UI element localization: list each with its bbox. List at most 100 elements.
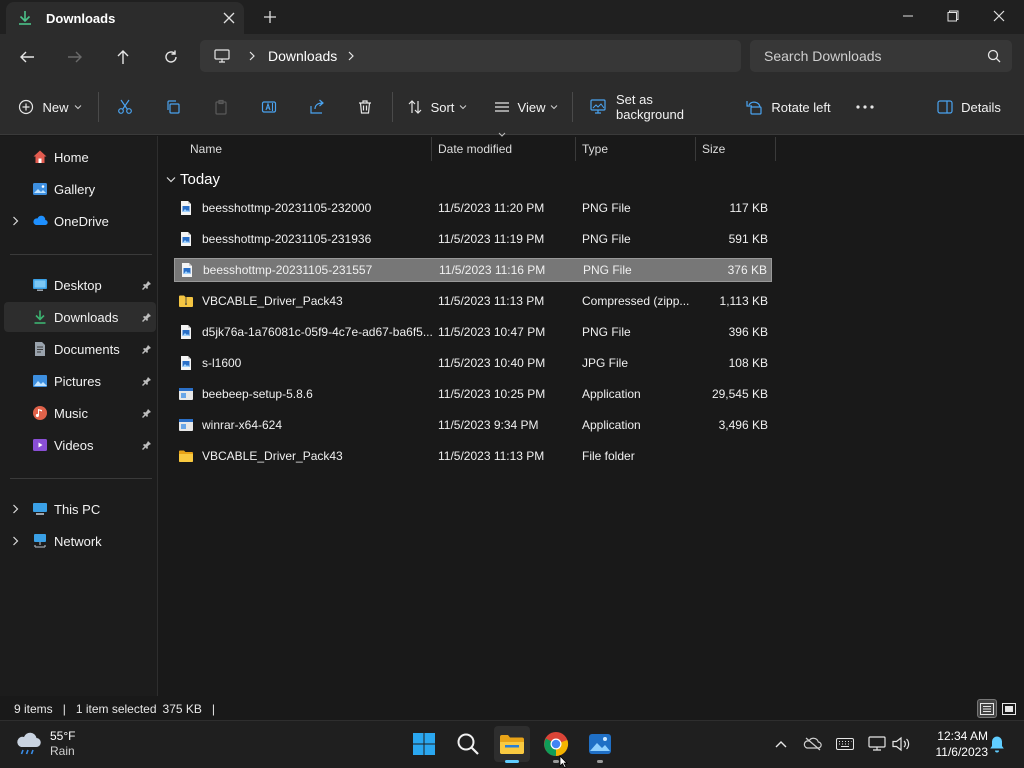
view-button[interactable]: View — [492, 92, 560, 122]
back-button[interactable] — [11, 42, 43, 72]
close-tab-icon[interactable] — [214, 4, 244, 32]
network-status-icon[interactable] — [865, 732, 889, 756]
sidebar-item-home[interactable]: Home — [4, 142, 156, 172]
search-box[interactable] — [750, 40, 1012, 72]
start-button[interactable] — [406, 726, 442, 762]
rain-cloud-icon — [14, 731, 42, 757]
file-row[interactable]: s-l1600 11/5/2023 10:40 PM JPG File 108 KB — [174, 351, 772, 375]
command-divider — [572, 92, 573, 122]
this-pc-icon[interactable] — [214, 49, 230, 63]
tab-downloads[interactable]: Downloads — [6, 2, 244, 34]
file-row[interactable]: beesshottmp-20231105-232000 11/5/2023 11:… — [174, 196, 772, 220]
taskbar-file-explorer[interactable] — [494, 726, 530, 762]
set-as-background-button[interactable]: Set as background — [590, 92, 720, 122]
file-row[interactable]: beebeep-setup-5.8.6 11/5/2023 10:25 PM App… — [174, 382, 772, 406]
sort-icon — [407, 99, 423, 115]
column-header-name[interactable]: Name — [184, 137, 432, 161]
sidebar-item-downloads[interactable]: Downloads — [4, 302, 156, 332]
rename-button[interactable] — [254, 92, 284, 122]
taskbar-photos[interactable] — [582, 726, 618, 762]
chevron-right-icon[interactable] — [4, 536, 26, 546]
refresh-button[interactable] — [155, 42, 187, 72]
sidebar-item-network[interactable]: Network — [4, 526, 156, 556]
file-row[interactable]: d5jk76a-1a76081c-05f9-4c7e-ad67-ba6f5...… — [174, 320, 772, 344]
notifications-bell-icon[interactable] — [985, 732, 1009, 756]
image-file-icon — [178, 355, 194, 371]
taskbar-search-button[interactable] — [450, 726, 486, 762]
share-icon — [309, 99, 325, 115]
large-icons-view-toggle[interactable] — [999, 699, 1019, 718]
breadcrumb-downloads[interactable]: Downloads — [268, 48, 337, 64]
sidebar-item-pictures[interactable]: Pictures — [4, 366, 156, 396]
sidebar-item-desktop[interactable]: Desktop — [4, 270, 156, 300]
sidebar-item-onedrive[interactable]: OneDrive — [4, 206, 156, 236]
sidebar-item-music[interactable]: Music — [4, 398, 156, 428]
breadcrumb-chevron-icon[interactable] — [248, 51, 256, 61]
file-name: beesshottmp-20231105-231936 — [202, 232, 372, 246]
file-date-modified: 11/5/2023 11:19 PM — [438, 232, 545, 246]
search-icon[interactable] — [976, 49, 1012, 63]
clock[interactable]: 12:34 AM 11/6/2023 — [918, 728, 989, 760]
file-row[interactable]: VBCABLE_Driver_Pack43 11/5/2023 11:13 PM C… — [174, 289, 772, 313]
paste-button[interactable] — [206, 92, 236, 122]
show-hidden-icons-button[interactable] — [769, 732, 793, 756]
status-divider: | — [211, 701, 216, 716]
breadcrumb-chevron-icon[interactable] — [347, 51, 355, 61]
sidebar-divider — [10, 254, 152, 255]
volume-icon[interactable] — [889, 732, 913, 756]
search-input[interactable] — [764, 48, 976, 64]
keyboard-icon[interactable] — [833, 732, 857, 756]
cut-button[interactable] — [110, 92, 140, 122]
videos-icon — [32, 437, 48, 453]
column-header-size[interactable]: Size — [696, 137, 776, 161]
network-icon — [32, 533, 48, 549]
new-tab-button[interactable] — [256, 4, 284, 30]
more-options-button[interactable] — [848, 92, 882, 122]
chevron-right-icon[interactable] — [4, 216, 26, 226]
this-pc-icon — [32, 501, 48, 517]
chevron-right-icon[interactable] — [4, 504, 26, 514]
pin-icon[interactable] — [138, 440, 156, 450]
share-button[interactable] — [302, 92, 332, 122]
rotate-left-icon — [745, 99, 763, 115]
weather-widget[interactable]: 55°F Rain — [14, 726, 75, 762]
sidebar-item-gallery[interactable]: Gallery — [4, 174, 156, 204]
copy-button[interactable] — [158, 92, 188, 122]
maximize-button[interactable] — [930, 0, 976, 32]
file-size: 396 KB — [728, 325, 768, 339]
close-window-button[interactable] — [976, 0, 1022, 32]
file-row[interactable]: beesshottmp-20231105-231557 11/5/2023 11:… — [174, 258, 772, 282]
pin-icon[interactable] — [138, 376, 156, 386]
sort-button[interactable]: Sort — [404, 92, 470, 122]
new-button[interactable]: New — [14, 92, 86, 122]
gallery-icon — [32, 181, 48, 197]
details-button[interactable]: Details — [934, 92, 1004, 122]
clock-date: 11/6/2023 — [935, 745, 989, 759]
column-header-date-modified[interactable]: Date modified — [432, 137, 576, 161]
image-file-icon — [178, 231, 194, 247]
minimize-button[interactable] — [885, 0, 931, 32]
forward-button[interactable] — [59, 42, 91, 72]
set-as-background-label: Set as background — [616, 92, 684, 122]
pin-icon[interactable] — [138, 408, 156, 418]
wallpaper-icon — [590, 99, 608, 115]
file-row[interactable]: winrar-x64-624 11/5/2023 9:34 PM Applicati… — [174, 413, 772, 437]
onedrive-offline-icon[interactable] — [801, 732, 825, 756]
delete-button[interactable] — [350, 92, 380, 122]
sidebar-item-videos[interactable]: Videos — [4, 430, 156, 460]
pin-icon[interactable] — [138, 312, 156, 322]
file-row[interactable]: VBCABLE_Driver_Pack43 11/5/2023 11:13 PM F… — [174, 444, 772, 468]
column-header-type[interactable]: Type — [576, 137, 696, 161]
rotate-left-button[interactable]: Rotate left — [744, 92, 832, 122]
up-button[interactable] — [107, 42, 139, 72]
pin-icon[interactable] — [138, 344, 156, 354]
pin-icon[interactable] — [138, 280, 156, 290]
downloads-icon — [32, 309, 48, 325]
group-header-today[interactable]: Today — [166, 168, 220, 190]
sidebar-item-documents[interactable]: Documents — [4, 334, 156, 364]
details-view-toggle[interactable] — [977, 699, 997, 718]
more-icon — [856, 105, 874, 109]
address-bar[interactable]: Downloads — [200, 40, 741, 72]
sidebar-item-this-pc[interactable]: This PC — [4, 494, 156, 524]
file-row[interactable]: beesshottmp-20231105-231936 11/5/2023 11:… — [174, 227, 772, 251]
